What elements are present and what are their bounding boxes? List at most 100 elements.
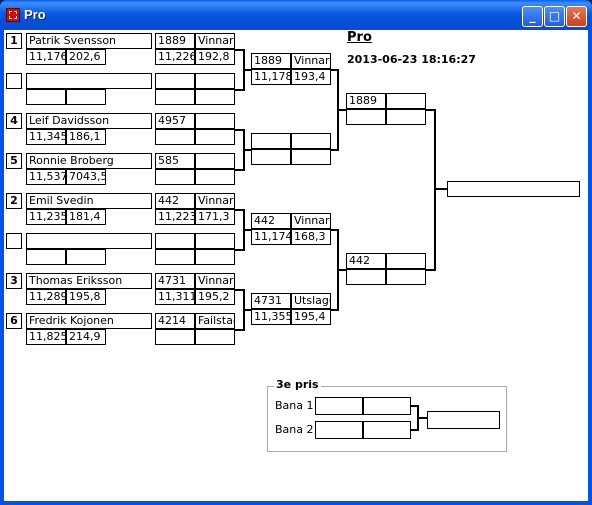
speed-field[interactable]: 181,4 [66,209,106,225]
speed-field[interactable] [195,249,235,265]
reaction-time-field[interactable]: 11,345 [26,129,66,145]
driver-name-field[interactable] [26,73,152,89]
speed-field[interactable] [195,89,235,105]
driver-id-field[interactable]: 442 [346,253,386,269]
close-icon: ✕ [571,9,582,23]
title-bar[interactable]: Pro _ □ ✕ [0,0,592,30]
speed-field[interactable]: 202,6 [66,49,106,65]
speed-field[interactable]: 195,8 [66,289,106,305]
speed-field[interactable]: 193,4 [291,69,331,85]
driver-name-field[interactable]: Patrik Svensson [26,33,152,49]
driver-name-field[interactable] [26,233,152,249]
time-field[interactable] [155,89,195,105]
driver-id-field[interactable] [155,73,195,89]
page-title: Pro [347,30,372,45]
driver-id-field[interactable]: 1889 [346,93,386,109]
time-field[interactable]: 11,311 [155,289,195,305]
driver-id-field[interactable]: 4731 [155,273,195,289]
maximize-button[interactable]: □ [544,6,565,27]
result-field[interactable]: Vinnare [195,33,235,49]
close-button[interactable]: ✕ [566,6,587,27]
reaction-time-field[interactable]: 11,176 [26,49,66,65]
time-field[interactable] [346,109,386,125]
third-place-winner-field[interactable] [427,411,500,429]
result-field[interactable] [386,253,426,269]
time-field[interactable] [155,249,195,265]
lane-1-result-field[interactable] [363,397,411,415]
app-icon [6,8,20,22]
result-field[interactable] [195,233,235,249]
driver-id-field[interactable]: 585 [155,153,195,169]
speed-field[interactable]: 192,8 [195,49,235,65]
reaction-time-field[interactable] [26,89,66,105]
driver-name-field[interactable]: Thomas Eriksson [26,273,152,289]
champion-field[interactable] [447,181,580,197]
result-field[interactable] [291,133,331,149]
speed-field[interactable]: 168,3 [291,229,331,245]
time-field[interactable] [346,269,386,285]
driver-id-field[interactable]: 4214 [155,313,195,329]
time-field[interactable]: 11,355 [251,309,291,325]
driver-name-field[interactable]: Leif Davidsson [26,113,152,129]
speed-field[interactable] [195,129,235,145]
time-field[interactable]: 11,178 [251,69,291,85]
speed-field[interactable]: 195,4 [291,309,331,325]
window-title: Pro [24,7,46,22]
time-field[interactable] [155,329,195,345]
lane-2-label: Bana 2 [275,423,314,436]
speed-field[interactable] [195,169,235,185]
speed-field[interactable] [195,329,235,345]
speed-field[interactable] [386,109,426,125]
speed-field[interactable] [66,89,106,105]
driver-name-field[interactable]: Emil Svedin [26,193,152,209]
speed-field[interactable] [291,149,331,165]
reaction-time-field[interactable]: 11,825 [26,329,66,345]
time-field[interactable]: 11,223 [155,209,195,225]
driver-id-field[interactable]: 1889 [155,33,195,49]
bracket-area: Pro 2013-06-23 18:16:27 1 Patrik Svensso… [4,30,588,501]
bracket-connector [243,309,251,311]
minimize-button[interactable]: _ [522,6,543,27]
result-field[interactable] [195,113,235,129]
reaction-time-field[interactable]: 11,537 [26,169,66,185]
reaction-time-field[interactable]: 11,289 [26,289,66,305]
third-place-legend: 3e pris [274,378,321,391]
lane-2-driver-field[interactable] [315,421,363,439]
driver-id-field[interactable]: 1889 [251,53,291,69]
driver-name-field[interactable]: Ronnie Broberg [26,153,152,169]
time-field[interactable] [251,149,291,165]
driver-id-field[interactable]: 442 [251,213,291,229]
driver-id-field[interactable] [155,233,195,249]
reaction-time-field[interactable]: 11,235 [26,209,66,225]
speed-field[interactable] [66,249,106,265]
result-field[interactable] [195,153,235,169]
speed-field[interactable]: 186,1 [66,129,106,145]
seed-number: 6 [6,313,22,329]
result-field[interactable]: Failstage [195,313,235,329]
bracket-connector [434,188,447,190]
driver-id-field[interactable]: 4731 [251,293,291,309]
result-field[interactable]: Vinnare [195,193,235,209]
driver-id-field[interactable] [251,133,291,149]
time-field[interactable]: 11,174 [251,229,291,245]
time-field[interactable] [155,169,195,185]
result-field[interactable]: Vinnare [195,273,235,289]
time-field[interactable]: 11,226 [155,49,195,65]
speed-field[interactable]: 7043,5 [66,169,106,185]
speed-field[interactable]: 214,9 [66,329,106,345]
driver-id-field[interactable]: 442 [155,193,195,209]
result-field[interactable] [195,73,235,89]
result-field[interactable]: Vinnare [291,53,331,69]
time-field[interactable] [155,129,195,145]
speed-field[interactable]: 171,3 [195,209,235,225]
speed-field[interactable]: 195,2 [195,289,235,305]
speed-field[interactable] [386,269,426,285]
result-field[interactable] [386,93,426,109]
driver-name-field[interactable]: Fredrik Kojonen [26,313,152,329]
driver-id-field[interactable]: 4957 [155,113,195,129]
reaction-time-field[interactable] [26,249,66,265]
lane-2-result-field[interactable] [363,421,411,439]
lane-1-driver-field[interactable] [315,397,363,415]
result-field[interactable]: Vinnare [291,213,331,229]
result-field[interactable]: Utslagen [291,293,331,309]
